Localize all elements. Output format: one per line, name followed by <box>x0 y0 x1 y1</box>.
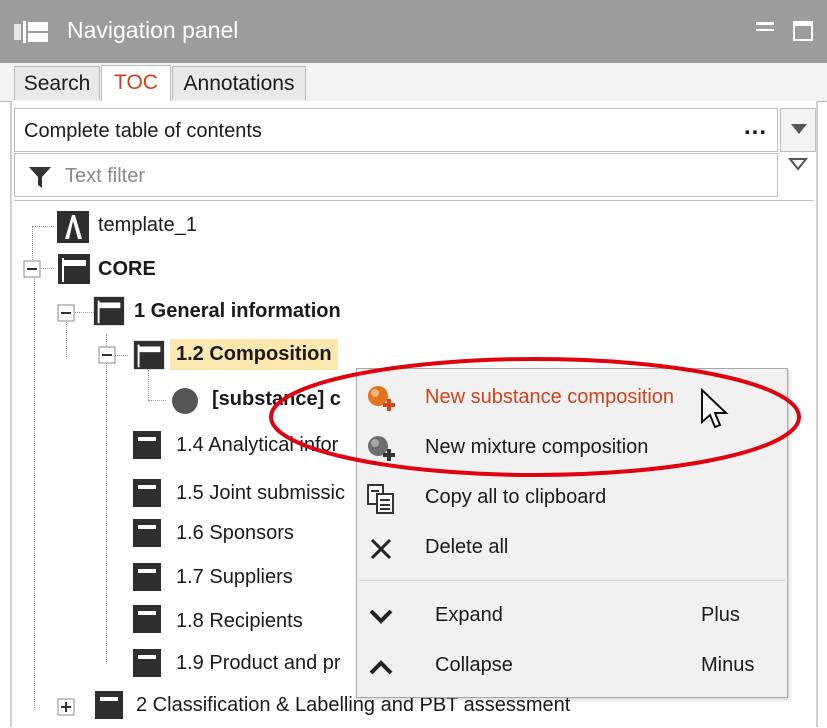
tree-connector <box>32 226 54 227</box>
chevron-down-outline-icon <box>788 158 808 171</box>
tab-annotations[interactable]: Annotations <box>172 66 306 100</box>
tab-toc[interactable]: TOC <box>101 65 171 101</box>
chevron-down-icon <box>791 124 807 134</box>
tree-connector <box>148 370 149 400</box>
section-leaf-icon <box>133 563 161 591</box>
navigation-panel-icon <box>14 21 48 43</box>
section-leaf-icon <box>133 431 161 459</box>
chevron-up-icon <box>369 660 393 675</box>
section-leaf-icon <box>133 649 161 677</box>
menu-item-collapse[interactable]: Collapse Minus <box>357 641 787 691</box>
substance-circle-icon <box>172 388 198 414</box>
menu-item-shortcut: Minus <box>701 654 755 676</box>
document-folder-icon <box>133 340 165 370</box>
text-filter-placeholder: Text filter <box>65 165 146 187</box>
toc-select-value: Complete table of contents <box>24 120 262 142</box>
menu-item-copy-all-to-clipboard[interactable]: Copy all to clipboard <box>357 473 787 523</box>
menu-item-label: Collapse <box>435 654 513 676</box>
menu-item-label: Copy all to clipboard <box>425 486 607 508</box>
tree-node-recipients[interactable]: 1.8 Recipients <box>176 610 303 633</box>
panel-title-bar: Navigation panel <box>0 0 827 64</box>
toc-select[interactable]: Complete table of contents ... <box>14 108 778 152</box>
menu-item-delete-all[interactable]: Delete all <box>357 523 787 573</box>
section-leaf-icon <box>133 479 161 507</box>
tree-connector <box>34 268 35 708</box>
copy-icon <box>367 484 394 514</box>
menu-separator <box>359 580 785 581</box>
tree-node-suppliers[interactable]: 1.7 Suppliers <box>176 566 293 589</box>
toc-more-button[interactable]: ... <box>744 113 767 141</box>
chevron-down-icon <box>369 609 393 624</box>
minimize-icon[interactable] <box>752 18 778 44</box>
tab-strip: Search TOC Annotations <box>0 63 827 102</box>
tab-search[interactable]: Search <box>14 66 100 100</box>
document-folder-icon <box>58 254 90 284</box>
menu-item-shortcut: Plus <box>701 604 740 626</box>
menu-item-label: Delete all <box>425 536 509 558</box>
tree-node-joint-submission[interactable]: 1.5 Joint submissic <box>176 482 345 505</box>
mouse-pointer-icon <box>701 388 729 429</box>
menu-item-label: Expand <box>435 604 503 626</box>
section-leaf-icon <box>95 691 123 719</box>
template-icon <box>57 211 89 243</box>
tree-node-sponsors[interactable]: 1.6 Sponsors <box>176 522 294 545</box>
section-leaf-icon <box>133 519 161 547</box>
maximize-icon[interactable] <box>790 18 816 44</box>
delete-x-icon <box>370 538 392 560</box>
tree-connector <box>148 400 166 401</box>
tree-node-template[interactable]: template_1 <box>98 214 197 237</box>
collapse-toggle-icon[interactable] <box>23 260 41 278</box>
filter-options-button[interactable] <box>780 153 816 197</box>
filter-funnel-icon <box>29 167 51 188</box>
expand-toggle-icon[interactable] <box>57 698 75 716</box>
tree-node-core[interactable]: CORE <box>98 258 156 281</box>
tree-node-product-and-process[interactable]: 1.9 Product and pr <box>176 652 341 675</box>
tree-node-general-information[interactable]: 1 General information <box>134 300 341 323</box>
collapse-toggle-icon[interactable] <box>57 304 75 322</box>
text-filter-field[interactable]: Text filter <box>14 153 778 197</box>
tree-connector <box>106 334 107 664</box>
panel-title: Navigation panel <box>67 17 239 43</box>
collapse-toggle-icon[interactable] <box>98 346 116 364</box>
document-folder-icon <box>93 296 125 326</box>
toc-dropdown-button[interactable] <box>780 108 816 152</box>
menu-item-expand[interactable]: Expand Plus <box>357 591 787 641</box>
section-leaf-icon <box>133 605 161 633</box>
